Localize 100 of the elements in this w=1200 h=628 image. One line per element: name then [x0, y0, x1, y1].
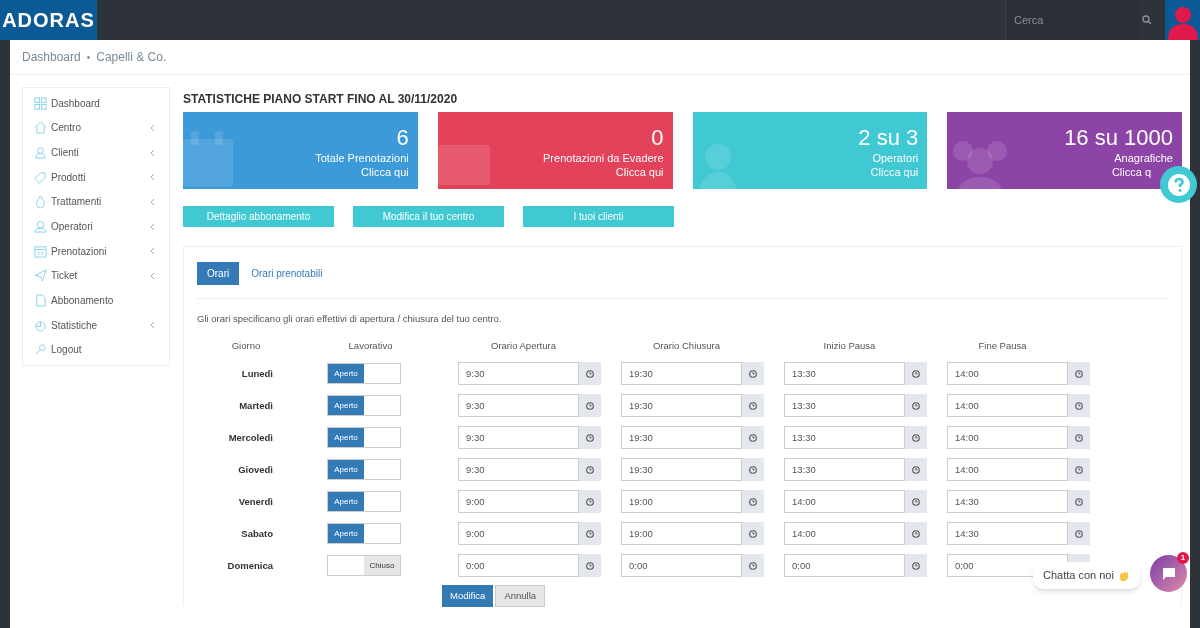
toggle-switch[interactable]: Aperto [327, 395, 401, 417]
clock-button[interactable] [579, 490, 601, 514]
time-field[interactable]: 19:00 [621, 522, 742, 546]
time-field[interactable]: 19:30 [621, 458, 742, 482]
clock-icon [586, 497, 594, 506]
toggle-switch[interactable]: Aperto [327, 459, 401, 481]
clock-icon [749, 497, 757, 506]
sidebar-item[interactable]: Ticket [23, 263, 169, 289]
time-field[interactable]: 14:00 [947, 394, 1068, 418]
save-button[interactable]: Modifica [442, 585, 494, 608]
time-field[interactable]: 13:30 [784, 362, 905, 386]
clock-button[interactable] [579, 458, 601, 482]
sidebar-item[interactable]: Operatori [23, 214, 169, 239]
clock-button[interactable] [579, 362, 601, 386]
time-field[interactable]: 14:00 [947, 458, 1068, 482]
waving-hand-icon [1117, 569, 1130, 582]
clock-button[interactable] [1068, 362, 1090, 386]
clock-button[interactable] [905, 522, 927, 546]
time-field[interactable]: 14:00 [947, 362, 1068, 386]
clock-button[interactable] [742, 426, 764, 450]
sidebar-item[interactable]: Centro [23, 115, 169, 141]
clock-button[interactable] [905, 490, 927, 514]
clock-button[interactable] [579, 554, 601, 578]
question-icon [1166, 172, 1191, 197]
time-field[interactable]: 14:00 [947, 426, 1068, 450]
time-field[interactable]: 9:30 [458, 362, 579, 386]
time-field[interactable]: 14:30 [947, 522, 1068, 546]
time-field[interactable]: 14:30 [947, 490, 1068, 514]
time-field[interactable]: 14:00 [784, 522, 905, 546]
toggle-switch[interactable]: Aperto [327, 363, 401, 385]
clock-icon [912, 369, 920, 378]
time-field[interactable]: 9:30 [458, 458, 579, 482]
clock-button[interactable] [579, 394, 601, 418]
tab[interactable]: Orari prenotabili [241, 262, 333, 285]
sidebar-item[interactable]: Prenotazioni [23, 238, 169, 264]
stat-link[interactable]: Clicca qui [615, 165, 664, 179]
time-field[interactable]: 13:30 [784, 458, 905, 482]
clock-button[interactable] [579, 426, 601, 450]
clock-icon [749, 465, 757, 474]
clock-button[interactable] [1068, 522, 1090, 546]
clock-button[interactable] [1068, 490, 1090, 514]
time-field[interactable]: 0:00 [458, 554, 579, 578]
sidebar-item[interactable]: Abbonamento [23, 288, 169, 313]
time-field[interactable]: 9:30 [458, 426, 579, 450]
stat-card[interactable]: 16 su 1000 Anagrafiche Clicca q [947, 112, 1182, 189]
clock-button[interactable] [905, 458, 927, 482]
column-header: Orario Chiusura [651, 339, 722, 354]
clock-button[interactable] [905, 426, 927, 450]
clock-icon [1075, 529, 1083, 538]
clock-button[interactable] [742, 522, 764, 546]
paper-plane-icon [34, 269, 47, 283]
toggle-switch[interactable]: Aperto [327, 491, 401, 513]
breadcrumb-link[interactable]: Dashboard [22, 48, 81, 66]
sidebar-item[interactable]: Logout [23, 337, 169, 363]
clock-button[interactable] [905, 394, 927, 418]
time-field[interactable]: 19:00 [621, 490, 742, 514]
clock-icon [912, 529, 920, 538]
time-field[interactable]: 19:30 [621, 394, 742, 418]
time-field[interactable]: 19:30 [621, 426, 742, 450]
clock-button[interactable] [1068, 458, 1090, 482]
stat-link[interactable]: Clicca q [1111, 165, 1151, 179]
clock-button[interactable] [579, 522, 601, 546]
toggle-switch[interactable]: Aperto [327, 427, 401, 449]
clock-icon [749, 433, 757, 442]
sidebar-item[interactable]: Trattamenti [23, 189, 169, 215]
clock-button[interactable] [742, 458, 764, 482]
stat-label: Operatori [872, 151, 919, 165]
time-field[interactable]: 13:30 [784, 394, 905, 418]
cancel-button[interactable]: Annulla [495, 585, 546, 608]
clock-button[interactable] [742, 554, 764, 578]
sidebar-item[interactable]: Dashboard [23, 91, 169, 116]
clock-button[interactable] [1068, 426, 1090, 450]
logo[interactable]: ADORAS [0, 0, 97, 40]
clock-button[interactable] [742, 394, 764, 418]
sidebar-item[interactable]: Prodotti [23, 164, 169, 190]
time-field[interactable]: 9:30 [458, 394, 579, 418]
house-icon [34, 121, 47, 135]
clock-button[interactable] [1068, 394, 1090, 418]
stat-card[interactable]: 0 Prenotazioni da Evadere Clicca qui [437, 112, 673, 189]
breadcrumb-link[interactable]: Capelli & Co. [96, 48, 167, 66]
time-field[interactable]: 19:30 [621, 362, 742, 386]
time-field[interactable]: 13:30 [784, 426, 905, 450]
sidebar-item[interactable]: Statistiche [23, 312, 169, 338]
toggle-switch[interactable]: Chiuso [327, 555, 401, 577]
time-field[interactable]: 0:00 [621, 554, 742, 578]
clock-button[interactable] [905, 362, 927, 386]
time-field[interactable]: 9:00 [458, 522, 579, 546]
drop-icon [34, 195, 47, 209]
clock-button[interactable] [742, 490, 764, 514]
separator-dot: • [86, 50, 91, 65]
clock-button[interactable] [905, 554, 927, 578]
sidebar-item[interactable]: Clienti [23, 140, 169, 165]
tab[interactable]: Orari [197, 262, 240, 285]
clock-button[interactable] [742, 362, 764, 386]
search-field[interactable]: Cerca [1005, 0, 1140, 40]
time-field[interactable]: 0:00 [784, 554, 905, 578]
chat-tooltip[interactable]: Chatta con noi [1033, 562, 1140, 589]
time-field[interactable]: 9:00 [458, 490, 579, 514]
time-field[interactable]: 14:00 [784, 490, 905, 514]
toggle-switch[interactable]: Aperto [327, 523, 401, 545]
